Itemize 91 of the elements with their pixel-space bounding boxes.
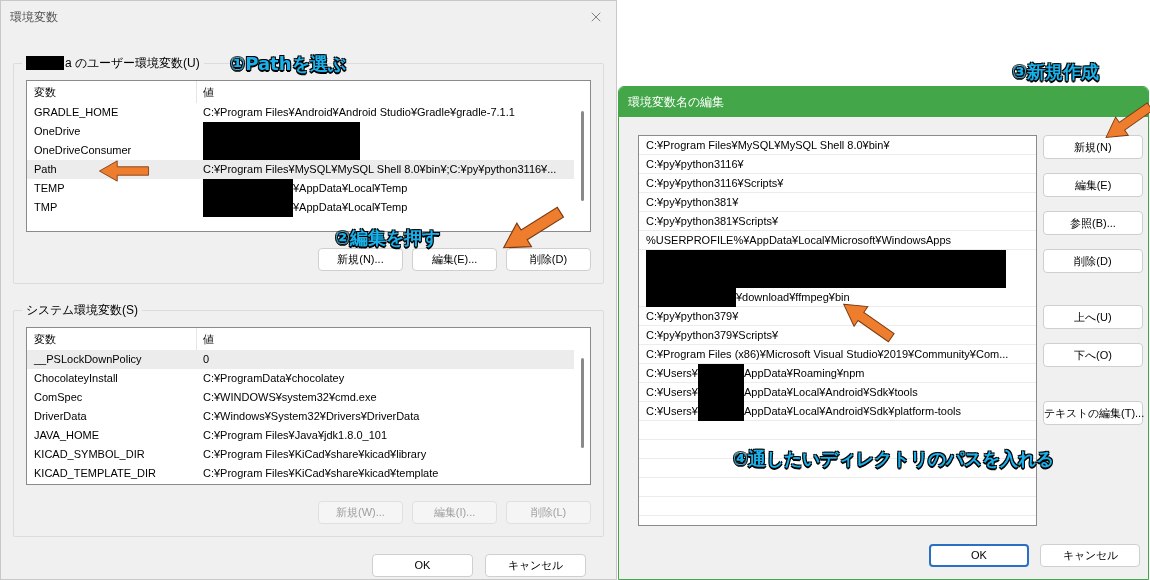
list-row[interactable]: C:¥py¥python3116¥Scripts¥ (639, 174, 1036, 193)
dialog-button[interactable]: 削除(D) (506, 248, 591, 271)
cell-text: C:¥py¥python379¥ (646, 308, 739, 324)
redaction-bar (26, 56, 64, 70)
cell-text: ¥AppData¥Local¥Temp (293, 181, 408, 197)
dialog-button[interactable]: 編集(E) (1043, 173, 1143, 197)
annotation-text: ①Pathを選ぶ (230, 52, 346, 76)
cell-text: C:¥Program Files¥Android¥Android Studio¥Gradle¥gradle-7.1.1 (203, 105, 515, 121)
cell-text: C:¥WINDOWS¥system32¥cmd.exe (203, 390, 377, 406)
cell-text: C:¥ProgramData¥chocolatey (203, 371, 345, 387)
list-row[interactable]: OneDriveConsumer (27, 141, 574, 160)
dialog-button[interactable]: 削除(D) (1043, 249, 1143, 273)
dialog-button[interactable]: キャンセル (485, 554, 586, 577)
list-row[interactable]: DriverData C:¥Windows¥System32¥Drivers¥DriverData (27, 407, 574, 426)
cell-text: C:¥Users¥ (646, 384, 698, 400)
list-row[interactable]: C:¥Users¥ AppData¥Local¥Android¥Sdk¥tools (639, 383, 1036, 402)
cell-text: C:¥py¥python3116¥ (646, 156, 744, 172)
dialog-button[interactable]: OK (372, 554, 473, 577)
list-row[interactable]: C:¥Program Files (x86)¥Microsoft Visual Studio¥2019¥Community¥Com... (639, 345, 1036, 364)
list-row[interactable]: C:¥Users¥ AppData¥Local¥Android¥Sdk¥platform-tools (639, 402, 1036, 421)
list-row[interactable]: KICAD_SYMBOL_DIR C:¥Program Files¥KiCad¥share¥kicad¥library (27, 445, 574, 464)
cell-text: C:¥Users¥ (646, 365, 698, 381)
list-row[interactable]: TEMP ¥AppData¥Local¥Temp (27, 179, 574, 198)
cell-text: C:¥Users¥ (646, 403, 698, 419)
cell-text: AppData¥Local¥Android¥Sdk¥tools (743, 384, 918, 400)
cell-text: AppData¥Local¥Android¥Sdk¥platform-tools (743, 403, 962, 419)
cell-text: ¥AppData¥Local¥Temp (293, 200, 408, 216)
dialog-button[interactable]: 参照(B)... (1043, 211, 1143, 235)
annotation-text: ③新規作成 (1012, 60, 1100, 84)
cell-text: C:¥Windows¥System32¥Drivers¥DriverData (203, 409, 420, 425)
cell-text: ¥download¥ffmpeg¥bin (736, 289, 850, 305)
list-row[interactable]: TMP ¥AppData¥Local¥Temp (27, 198, 574, 217)
variable-name: OneDrive (34, 124, 81, 140)
column-header[interactable]: 値 (197, 83, 214, 101)
list-row[interactable]: C:¥py¥python381¥Scripts¥ (639, 212, 1036, 231)
variable-name: JAVA_HOME (34, 428, 99, 444)
variable-name: KICAD_SYMBOL_DIR (34, 447, 145, 463)
group-label: システム環境変数(S) (26, 302, 138, 318)
column-header[interactable]: 値 (197, 330, 214, 348)
cell-text: C:¥py¥python381¥Scripts¥ (646, 213, 779, 229)
list-row[interactable]: C:¥Program Files¥MySQL¥MySQL Shell 8.0¥bin¥ (639, 136, 1036, 155)
variable-name: ChocolateyInstall (34, 371, 118, 387)
list-row[interactable]: GRADLE_HOME C:¥Program Files¥Android¥Android Studio¥Gradle¥gradle-7.1.1 (27, 103, 574, 122)
cell-text: C:¥py¥python381¥ (646, 194, 739, 210)
list-row[interactable]: C:¥Users¥ AppData¥Roaming¥npm (639, 364, 1036, 383)
list-row[interactable]: KICAD_TEMPLATE_DIR C:¥Program Files¥KiCad¥share¥kicad¥template (27, 464, 574, 483)
list-row[interactable]: JAVA_HOME C:¥Program Files¥Java¥jdk1.8.0_101 (27, 426, 574, 445)
scrollbar-thumb[interactable] (581, 111, 584, 201)
variable-name: KICAD_TEMPLATE_DIR (34, 466, 157, 482)
dialog-button[interactable]: 新規(N)... (318, 248, 403, 271)
cell-text: %USERPROFILE%¥AppData¥Local¥Microsoft¥WindowsApps (646, 232, 952, 248)
dialog-button[interactable]: OK (929, 544, 1029, 567)
cell-text: C:¥Program Files¥Java¥jdk1.8.0_101 (203, 428, 388, 444)
list-row[interactable]: C:¥py¥python381¥ (639, 193, 1036, 212)
variable-name: DriverData (34, 409, 87, 425)
dialog-button[interactable]: テキストの編集(T)... (1043, 401, 1143, 425)
list-row[interactable]: C:¥py¥python3116¥ (639, 155, 1036, 174)
cell-text: C:¥Program Files (x86)¥Microsoft Visual Studio¥2019¥Community¥Com... (646, 346, 1009, 362)
column-header[interactable]: 変数 (27, 81, 197, 103)
group-label: a のユーザー環境変数(U) (65, 55, 200, 71)
cell-text: C:¥Program Files¥MySQL¥MySQL Shell 8.0¥bin¥;C:¥py¥python3116¥... (203, 162, 557, 178)
window-title: 環境変数 (10, 9, 58, 26)
list-row[interactable]: ¥download¥ffmpeg¥bin (639, 288, 1036, 307)
cell-text: C:¥py¥python379¥Scripts¥ (646, 327, 779, 343)
dialog-button[interactable]: 新規(N) (1043, 135, 1143, 159)
variable-name: __PSLockDownPolicy (34, 352, 142, 368)
dialog-button[interactable]: 下へ(O) (1043, 343, 1143, 367)
dialog-button[interactable]: 上へ(U) (1043, 305, 1143, 329)
variable-name: OneDriveConsumer (34, 143, 132, 159)
list-row[interactable]: ChocolateyInstall C:¥ProgramData¥chocolatey (27, 369, 574, 388)
annotation-text: ②編集を押す (335, 226, 441, 250)
variable-name: TMP (34, 200, 58, 216)
list-row[interactable]: Path C:¥Program Files¥MySQL¥MySQL Shell 8.0¥bin¥;C:¥py¥python3116¥... (27, 160, 574, 179)
cell-text: AppData¥Roaming¥npm (743, 365, 865, 381)
scrollbar-thumb[interactable] (581, 358, 584, 448)
dialog-button[interactable]: 編集(E)... (412, 248, 497, 271)
variable-name: GRADLE_HOME (34, 105, 119, 121)
window-title: 環境変数名の編集 (628, 94, 724, 111)
cell-text: C:¥Program Files¥MySQL¥MySQL Shell 8.0¥bin¥ (646, 137, 890, 153)
cell-text: C:¥Program Files¥KiCad¥share¥kicad¥template (203, 466, 439, 482)
variable-name: TEMP (34, 181, 65, 197)
variable-name: Path (34, 162, 57, 178)
cell-text: C:¥py¥python3116¥Scripts¥ (646, 175, 784, 191)
cell-text: 0 (203, 352, 210, 368)
list-row[interactable]: OneDrive (27, 122, 574, 141)
dialog-button[interactable]: キャンセル (1040, 544, 1140, 567)
variable-name: ComSpec (34, 390, 83, 406)
list-row[interactable]: __PSLockDownPolicy 0 (27, 350, 574, 369)
list-row[interactable]: ComSpec C:¥WINDOWS¥system32¥cmd.exe (27, 388, 574, 407)
annotation-text: ④通したいディレクトリのパスを入れる (733, 447, 1055, 471)
cell-text: C:¥Program Files¥KiCad¥share¥kicad¥library (203, 447, 427, 463)
